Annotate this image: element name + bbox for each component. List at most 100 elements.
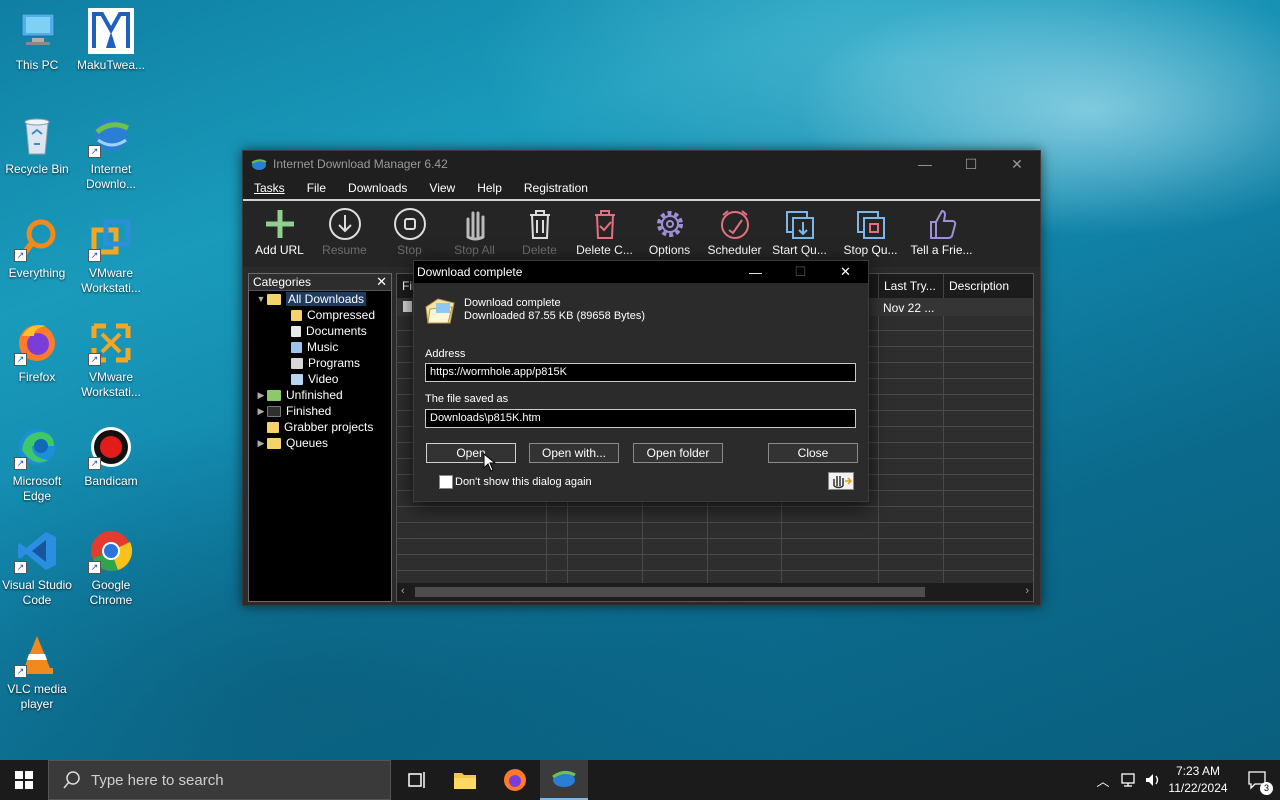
open-folder-button[interactable]: Open folder bbox=[633, 443, 723, 463]
tree-documents[interactable]: Documents bbox=[249, 323, 391, 339]
tree-programs[interactable]: Programs bbox=[249, 355, 391, 371]
resume-icon bbox=[328, 208, 361, 240]
dialog-minimize-button[interactable]: — bbox=[733, 265, 778, 280]
desktop-icon-edge[interactable]: ↗ Microsoft Edge bbox=[0, 424, 74, 504]
options-button[interactable]: Options bbox=[637, 201, 702, 257]
desktop-icon-recycle-bin[interactable]: Recycle Bin bbox=[0, 112, 74, 177]
taskbar-idm[interactable] bbox=[540, 760, 588, 800]
maximize-button[interactable]: ☐ bbox=[948, 151, 994, 177]
system-tray: ︿ bbox=[1096, 760, 1162, 800]
grab-hand-icon[interactable] bbox=[828, 472, 854, 490]
idm-icon: ↗ bbox=[88, 112, 134, 158]
horizontal-scrollbar[interactable]: ‹ › bbox=[397, 583, 1033, 601]
column-divider bbox=[878, 298, 879, 583]
stop-queue-button[interactable]: Stop Qu... bbox=[838, 201, 903, 257]
scroll-thumb[interactable] bbox=[415, 587, 925, 597]
stop-label: Stop bbox=[397, 243, 422, 257]
delete-completed-button[interactable]: Delete C... bbox=[572, 201, 637, 257]
desktop-icon-label: Visual Studio Code bbox=[2, 578, 72, 607]
task-view-button[interactable] bbox=[392, 760, 440, 800]
open-with-button[interactable]: Open with... bbox=[529, 443, 619, 463]
desktop-icon-idm[interactable]: ↗ Internet Downlo... bbox=[74, 112, 148, 192]
desktop-icon-everything[interactable]: ↗ Everything bbox=[0, 216, 74, 281]
tree-music[interactable]: Music bbox=[249, 339, 391, 355]
taskbar-clock[interactable]: 7:23 AM 11/22/2024 bbox=[1160, 763, 1236, 797]
tree-label: Video bbox=[308, 372, 339, 386]
stop-all-button[interactable]: Stop All bbox=[442, 201, 507, 257]
network-icon[interactable] bbox=[1120, 772, 1138, 788]
close-button[interactable]: Close bbox=[768, 443, 858, 463]
start-button[interactable] bbox=[0, 760, 48, 800]
close-window-button[interactable]: ✕ bbox=[994, 151, 1040, 177]
desktop-icon-vmware-2[interactable]: ↗ VMware Workstati... bbox=[74, 320, 148, 400]
desktop-icon-vlc[interactable]: ↗ VLC media player bbox=[0, 632, 74, 712]
menu-tasks[interactable]: Tasks bbox=[243, 181, 296, 195]
stop-button[interactable]: Stop bbox=[377, 201, 442, 257]
taskbar-file-explorer[interactable] bbox=[441, 760, 489, 800]
start-queue-button[interactable]: Start Qu... bbox=[767, 201, 832, 257]
scroll-left-icon[interactable]: ‹ bbox=[401, 585, 405, 597]
menu-view[interactable]: View bbox=[418, 181, 466, 195]
scroll-right-icon[interactable]: › bbox=[1025, 585, 1029, 597]
desktop-icon-chrome[interactable]: ↗ Google Chrome bbox=[74, 528, 148, 608]
show-hidden-icons-icon[interactable]: ︿ bbox=[1096, 771, 1110, 790]
tree-video[interactable]: Video bbox=[249, 371, 391, 387]
col-last-try[interactable]: Last Try... bbox=[879, 274, 944, 298]
tree-grabber-projects[interactable]: Grabber projects bbox=[249, 419, 391, 435]
add-url-button[interactable]: Add URL bbox=[247, 201, 312, 257]
saved-as-field[interactable]: Downloads\p815K.htm bbox=[425, 409, 856, 428]
start-queue-icon bbox=[785, 211, 814, 239]
dont-show-checkbox[interactable] bbox=[439, 475, 453, 489]
menu-file[interactable]: File bbox=[296, 181, 337, 195]
desktop-icon-bandicam[interactable]: ↗ Bandicam bbox=[74, 424, 148, 489]
taskbar-search[interactable]: Type here to search bbox=[48, 760, 391, 800]
idm-app-icon bbox=[251, 159, 267, 170]
idm-titlebar[interactable]: Internet Download Manager 6.42 — ☐ ✕ bbox=[243, 151, 1040, 177]
action-center-button[interactable]: 3 bbox=[1236, 760, 1280, 800]
desktop-icon-vmware-1[interactable]: ↗ VMware Workstati... bbox=[74, 216, 148, 296]
scheduler-button[interactable]: Scheduler bbox=[702, 201, 767, 257]
col-description[interactable]: Description bbox=[944, 274, 1033, 298]
open-button[interactable]: Open bbox=[426, 443, 516, 463]
tell-a-friend-label: Tell a Frie... bbox=[910, 243, 973, 257]
tree-all-downloads[interactable]: ▼ All Downloads bbox=[249, 291, 391, 307]
tree-compressed[interactable]: Compressed bbox=[249, 307, 391, 323]
this-pc-icon bbox=[14, 8, 60, 54]
tree-queues[interactable]: ▶ Queues bbox=[249, 435, 391, 451]
tree-label: Finished bbox=[286, 404, 332, 418]
desktop-icon-this-pc[interactable]: This PC bbox=[0, 8, 74, 73]
menu-downloads[interactable]: Downloads bbox=[337, 181, 418, 195]
desktop-icon-makutweaker[interactable]: MakuTwea... bbox=[74, 8, 148, 73]
desktop-icon-label: Bandicam bbox=[84, 474, 138, 488]
row-last-try: Nov 22 ... bbox=[883, 301, 935, 315]
dialog-titlebar[interactable]: Download complete — ☐ ✕ bbox=[414, 261, 868, 283]
tree-label: Grabber projects bbox=[284, 420, 374, 434]
desktop-icon-label: VMware Workstati... bbox=[81, 266, 141, 295]
unfinished-folder-icon bbox=[267, 389, 281, 401]
music-icon bbox=[291, 341, 302, 353]
desktop-icon-label: Everything bbox=[8, 266, 66, 280]
expand-arrow-icon[interactable]: ▶ bbox=[255, 390, 267, 401]
search-icon bbox=[63, 771, 80, 789]
desktop-icon-label: MakuTwea... bbox=[76, 58, 146, 72]
expand-arrow-icon[interactable]: ▶ bbox=[255, 438, 267, 449]
resume-label: Resume bbox=[322, 243, 367, 257]
tree-unfinished[interactable]: ▶ Unfinished bbox=[249, 387, 391, 403]
menu-registration[interactable]: Registration bbox=[513, 181, 599, 195]
delete-completed-icon bbox=[594, 210, 615, 239]
resume-button[interactable]: Resume bbox=[312, 201, 377, 257]
collapse-arrow-icon[interactable]: ▼ bbox=[255, 294, 267, 304]
delete-button[interactable]: Delete bbox=[507, 201, 572, 257]
menu-help[interactable]: Help bbox=[466, 181, 513, 195]
tell-a-friend-button[interactable]: Tell a Frie... bbox=[909, 201, 974, 257]
minimize-button[interactable]: — bbox=[902, 151, 948, 177]
desktop-icon-vscode[interactable]: ↗ Visual Studio Code bbox=[0, 528, 74, 608]
expand-arrow-icon[interactable]: ▶ bbox=[255, 406, 267, 417]
taskbar-firefox[interactable] bbox=[491, 760, 539, 800]
address-field[interactable]: https://wormhole.app/p815K bbox=[425, 363, 856, 382]
dialog-close-icon[interactable]: ✕ bbox=[823, 264, 868, 280]
tree-label: Queues bbox=[286, 436, 329, 450]
categories-close-icon[interactable]: ✕ bbox=[376, 274, 387, 290]
tree-finished[interactable]: ▶ Finished bbox=[249, 403, 391, 419]
desktop-icon-firefox[interactable]: ↗ Firefox bbox=[0, 320, 74, 385]
